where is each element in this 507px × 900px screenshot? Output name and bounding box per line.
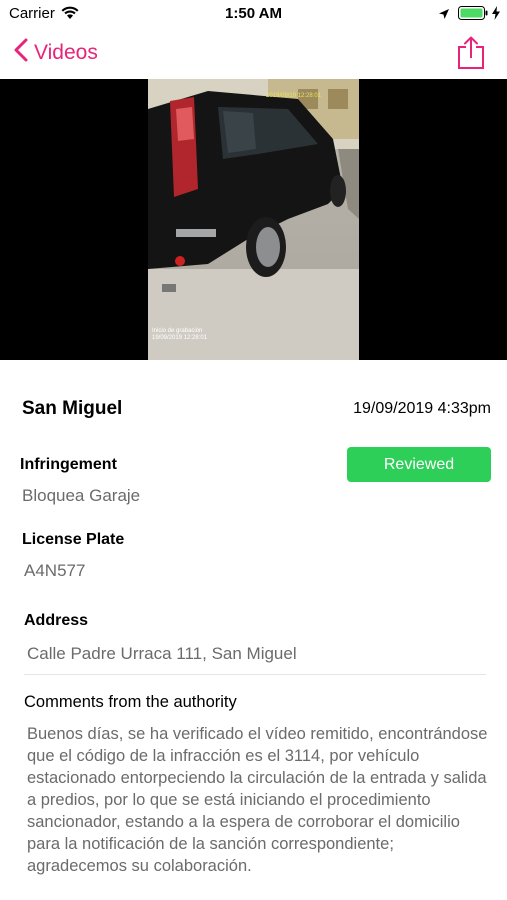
comments-text: Buenos días, se ha verificado el vídeo r… [27, 725, 488, 875]
location-arrow-icon [438, 7, 450, 24]
share-icon [457, 36, 485, 74]
back-button-label: Videos [34, 41, 98, 64]
video-overlay-date: 19/09/2019 12:28:01 [152, 335, 208, 341]
video-thumbnail[interactable]: 2019/09/19 12:28:01 Inicio de grabación … [148, 79, 359, 360]
share-button[interactable] [457, 36, 485, 75]
back-button[interactable]: Videos [14, 36, 98, 70]
divider [24, 674, 486, 675]
infringement-label: Infringement [20, 456, 117, 473]
video-overlay-timestamp: 2019/09/19 12:28:01 [266, 93, 322, 99]
license-plate-value: A4N577 [24, 561, 86, 580]
comments-label: Comments from the authority [24, 693, 237, 711]
address-value: Calle Padre Urraca 111, San Miguel [27, 644, 297, 663]
license-plate-label: License Plate [22, 531, 125, 548]
status-badge: Reviewed [347, 447, 491, 482]
status-bar: Carrier 1:50 AM [0, 0, 507, 28]
charging-bolt-icon [491, 6, 501, 24]
report-date: 19/09/2019 4:33pm [353, 400, 491, 417]
status-time: 1:50 AM [225, 5, 282, 22]
video-overlay-caption: Inicio de grabación [152, 328, 202, 334]
address-label: Address [24, 612, 89, 629]
battery-icon [458, 6, 488, 24]
chevron-left-icon [14, 38, 34, 68]
video-player[interactable]: 2019/09/19 12:28:01 Inicio de grabación … [0, 79, 507, 360]
infringement-value: Bloquea Garaje [22, 486, 141, 505]
location-title: San Miguel [22, 398, 123, 419]
navigation-bar: Videos [0, 28, 507, 78]
